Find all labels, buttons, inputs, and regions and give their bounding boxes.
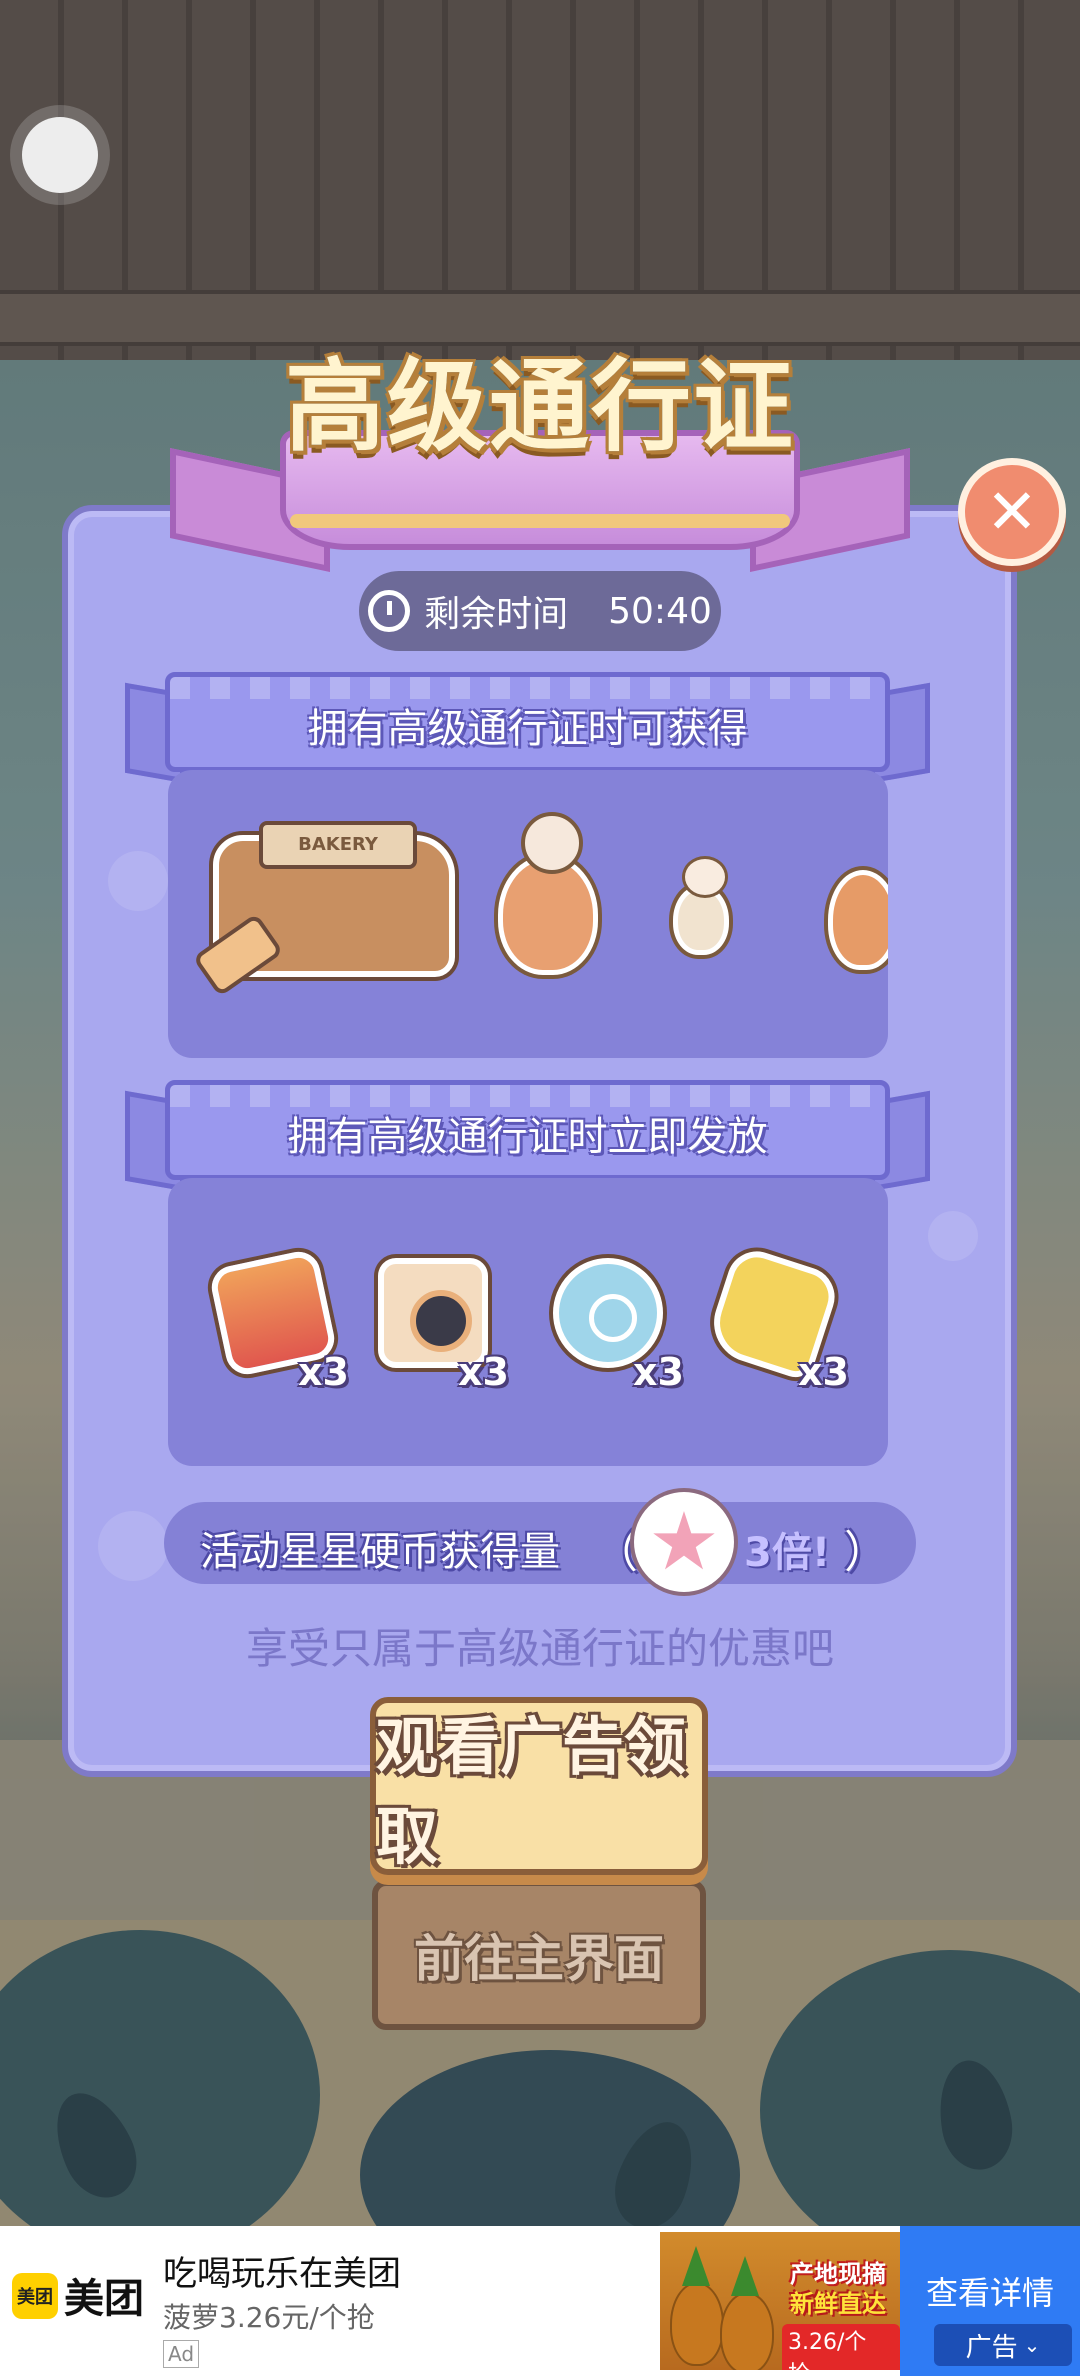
ad-image[interactable]: 产地现摘 新鲜直达 3.26/个 抢 (660, 2232, 900, 2370)
watch-ad-button[interactable]: 观看广告领取 (370, 1697, 708, 1875)
ad-image-text-2: 新鲜直达 (790, 2290, 886, 2318)
panel-decoration (98, 1511, 168, 1581)
ad-banner[interactable]: 美团 美团 吃喝玩乐在美团 菠萝3.26元/个抢 Ad 产地现摘 新鲜直达 3.… (0, 2226, 1080, 2376)
ad-description: 菠萝3.26元/个抢 (163, 2301, 375, 2334)
reward-quantity: x3 (633, 1350, 684, 1394)
figure-partial-icon[interactable] (828, 870, 888, 970)
reward-quantity: x3 (798, 1350, 849, 1394)
obtainable-rewards-box[interactable]: BAKERY (168, 770, 888, 1058)
reward-item[interactable]: x3 (378, 1258, 509, 1394)
back-circle-button[interactable] (22, 117, 98, 193)
ad-tag: Ad (163, 2340, 200, 2368)
cat-figure-icon[interactable] (673, 856, 729, 955)
panel-decoration (108, 851, 168, 911)
ad-badge[interactable]: 广告 ⌄ (934, 2324, 1072, 2366)
pineapple-crown (731, 2256, 759, 2296)
reward-item[interactable]: x3 (553, 1258, 684, 1394)
ad-title: 吃喝玩乐在美团 (163, 2254, 401, 2294)
reward-item[interactable]: x3 (207, 1247, 349, 1394)
benefit-subtitle: 享受只属于高级通行证的优惠吧 (245, 1624, 834, 1673)
star-coin-icon: ★ (634, 1492, 734, 1592)
chevron-down-icon: ⌄ (1023, 2333, 1041, 2357)
watch-ad-label: 观看广告领取 (376, 1710, 687, 1873)
close-button[interactable]: ✕ (958, 458, 1066, 566)
ad-brand: 美团 (64, 2276, 144, 2322)
baker-figure-icon[interactable] (498, 812, 598, 975)
close-paren: ） (844, 1527, 888, 1578)
pineapple-shape (720, 2292, 774, 2370)
ribbon-edge (290, 514, 790, 528)
section-obtainable-banner: 拥有高级通行证时可获得 (125, 672, 930, 784)
open-paren: （ (594, 1527, 638, 1578)
reward-quantity: x3 (298, 1350, 349, 1394)
ad-image-text-3: 3.26/个 抢 (782, 2324, 900, 2370)
section-obtainable-label: 拥有高级通行证时可获得 (307, 706, 748, 752)
bakery-counter-icon[interactable]: BAKERY (192, 821, 455, 998)
stopwatch-icon (368, 590, 411, 632)
instant-rewards-box: x3 x3 x3 x3 (168, 1178, 888, 1466)
bakery-sign: BAKERY (259, 821, 417, 869)
meituan-logo-icon: 美团 (12, 2273, 58, 2319)
star-coin-bonus-bar: 活动星星硬币获得量 （ ★ 3倍! ） (164, 1492, 916, 1592)
reward-item[interactable]: x3 (703, 1243, 849, 1394)
timer-value: 50:40 (608, 590, 712, 632)
section-instant-banner: 拥有高级通行证时立即发放 (125, 1080, 930, 1192)
go-home-button[interactable]: 前往主界面 (372, 1880, 706, 2030)
panel-decoration (928, 1211, 978, 1261)
close-icon: ✕ (986, 475, 1038, 548)
timer-label: 剩余时间 (424, 594, 569, 635)
ad-badge-label: 广告 (965, 2332, 1018, 2363)
page-title: 高级通行证 (285, 348, 795, 465)
coin-multiplier: 3倍! (744, 1530, 831, 1576)
pineapple-shape (670, 2282, 724, 2366)
remaining-time-pill: 剩余时间 50:40 (359, 571, 721, 651)
coin-bonus-label: 活动星星硬币获得量 (200, 1529, 560, 1575)
go-home-label: 前往主界面 (414, 1930, 664, 1988)
reward-quantity: x3 (458, 1350, 509, 1394)
rolling-pin-icon (192, 912, 284, 998)
pineapple-crown (682, 2246, 710, 2286)
section-instant-label: 拥有高级通行证时立即发放 (287, 1114, 768, 1160)
